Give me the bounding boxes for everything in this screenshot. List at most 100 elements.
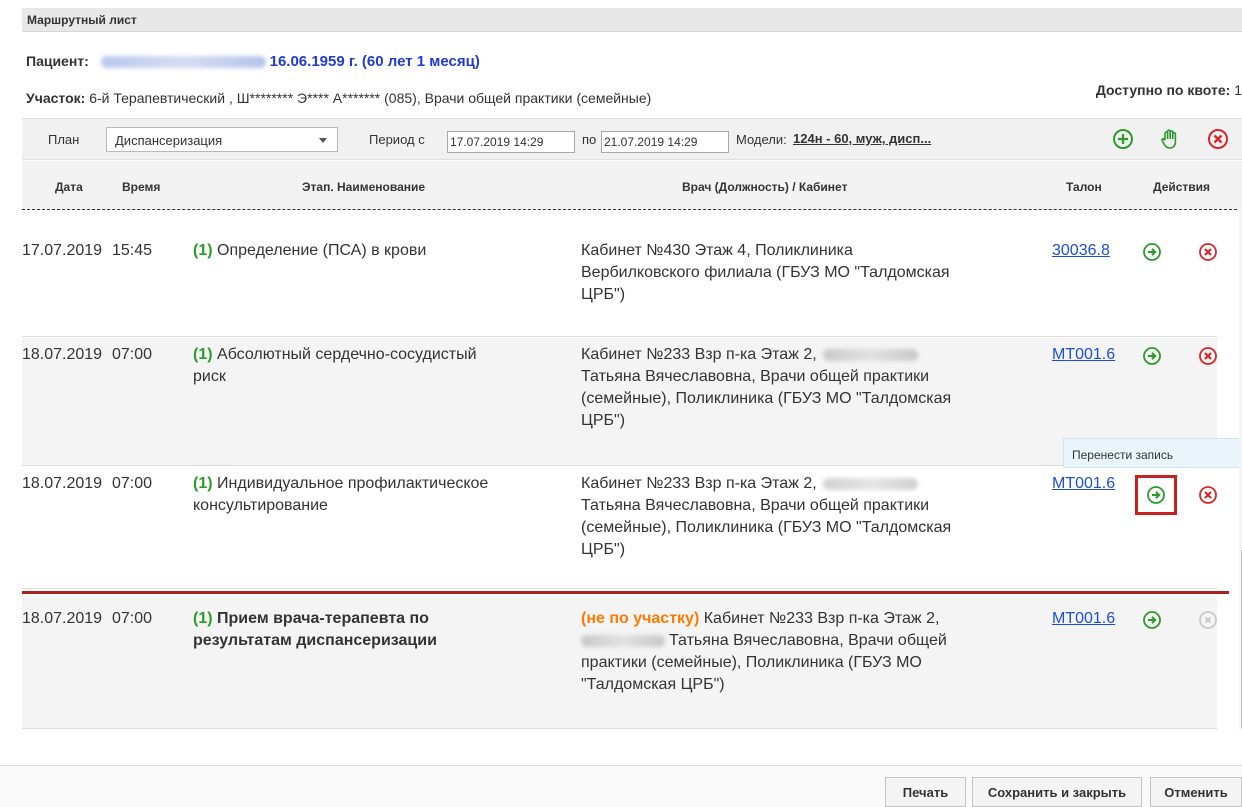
table-row[interactable]: 17.07.2019 15:45 (1) Определение (ПСА) в… <box>22 234 1217 337</box>
row-time: 15:45 <box>112 242 153 259</box>
print-button[interactable]: Печать <box>885 777 966 807</box>
talon-link[interactable]: МТ001.6 <box>1052 344 1115 366</box>
not-in-district-badge: (не по участку) <box>581 610 700 627</box>
date-from-input[interactable]: 17.07.2019 14:29 <box>447 131 575 153</box>
column-time[interactable]: Время <box>122 180 160 194</box>
date-to-input[interactable]: 21.07.2019 14:29 <box>601 131 729 153</box>
x-circle-icon[interactable] <box>1198 485 1218 505</box>
doctor-name-redacted <box>822 348 918 361</box>
cancel-button[interactable]: Отменить <box>1150 777 1242 807</box>
plan-toolbar: План Диспансеризация Период с 17.07.2019… <box>22 118 1242 160</box>
row-date: 18.07.2019 <box>22 475 103 492</box>
save-close-button[interactable]: Сохранить и закрыть <box>972 777 1142 807</box>
row-doctor: Кабинет №233 Взр п-ка Этаж 2, Татьяна Вя… <box>581 344 1041 432</box>
plan-label: План <box>48 132 80 147</box>
highlight-frame <box>1135 475 1177 515</box>
doctor-line: (семейные), Поликлиника (ГБУЗ МО "Талдом… <box>581 519 952 536</box>
arrow-right-circle-icon[interactable] <box>1142 242 1162 262</box>
patient-info: Пациент: 16.06.1959 г. (60 лет 1 месяц) <box>26 53 480 70</box>
row-date: 17.07.2019 <box>22 242 103 259</box>
uchastok-info: Участок: 6-й Терапевтический , Ш********… <box>26 90 651 106</box>
patient-name-redacted <box>100 56 266 69</box>
highlight-divider <box>22 591 1229 594</box>
arrow-right-circle-icon[interactable] <box>1142 346 1162 366</box>
doctor-line: Кабинет №233 Взр п-ка Этаж 2, <box>581 475 817 492</box>
doctor-line: ЦРБ") <box>581 412 626 429</box>
models-label: Модели: <box>736 132 787 147</box>
period-label: Период с <box>369 132 425 147</box>
patient-label: Пациент: <box>26 53 89 69</box>
table-row[interactable]: 18.07.2019 07:00 (1) Абсолютный сердечно… <box>22 338 1217 466</box>
column-talon[interactable]: Талон <box>1066 180 1102 194</box>
row-stage-name: (1) Абсолютный сердечно-сосудистый риск <box>193 344 563 388</box>
routing-sheet-window: Маршрутный лист Пациент: 16.06.1959 г. (… <box>22 8 1242 807</box>
models-link[interactable]: 124н - 60, муж, дисп... <box>793 131 931 146</box>
column-doctor[interactable]: Врач (Должность) / Кабинет <box>682 180 847 194</box>
hand-icon[interactable] <box>1158 127 1182 151</box>
talon-link[interactable]: МТ001.6 <box>1052 473 1115 495</box>
stage-name-line: Индивидуальное профилактическое <box>217 475 489 492</box>
row-date: 18.07.2019 <box>22 346 103 363</box>
row-stage-name: (1) Индивидуальное профилактическое конс… <box>193 473 573 517</box>
doctor-line: Татьяна Вячеславовна, Врачи общей <box>669 632 947 649</box>
stage-number: (1) <box>193 475 213 492</box>
tooltip-text: Перенести запись <box>1072 448 1174 462</box>
doctor-line: Татьяна Вячеславовна, Врачи общей практи… <box>581 368 930 385</box>
doctor-line: Кабинет №233 Взр п-ка Этаж 2, <box>581 346 817 363</box>
stage-name-line: Прием врача-терапевта по <box>217 610 429 627</box>
stage-number: (1) <box>193 610 213 627</box>
grid-header: Дата Время Этап. Наименование Врач (Долж… <box>22 161 1242 210</box>
chevron-down-icon <box>319 138 327 143</box>
column-stage[interactable]: Этап. Наименование <box>302 180 425 194</box>
column-date[interactable]: Дата <box>55 180 83 194</box>
doctor-line: ЦРБ") <box>581 541 626 558</box>
doctor-line: (семейные), Поликлиника (ГБУЗ МО "Талдом… <box>581 390 952 407</box>
plan-select-value: Диспансеризация <box>115 133 223 148</box>
doctor-line: практики (семейные), Поликлиника (ГБУЗ М… <box>581 654 922 671</box>
row-doctor: (не по участку) Кабинет №233 Взр п-ка Эт… <box>581 608 1041 696</box>
uchastok-value: 6-й Терапевтический , Ш******** Э**** А*… <box>89 90 652 106</box>
stage-name-line: Определение (ПСА) в крови <box>217 242 427 259</box>
row-stage-name: (1) Прием врача-терапевта по результатам… <box>193 608 573 652</box>
stage-name-line: Абсолютный сердечно-сосудистый <box>217 346 477 363</box>
to-label: по <box>582 132 597 147</box>
tooltip-move-record: Перенести запись <box>1063 438 1242 468</box>
stage-number: (1) <box>193 242 213 259</box>
doctor-line: Татьяна Вячеславовна, Врачи общей практи… <box>581 497 930 514</box>
talon-link[interactable]: МТ001.6 <box>1052 608 1115 630</box>
doctor-line: Кабинет №430 Этаж 4, Поликлиника <box>581 242 853 259</box>
x-circle-icon[interactable] <box>1206 127 1230 151</box>
arrow-right-circle-icon[interactable] <box>1142 610 1162 630</box>
quota-value: 1 <box>1234 82 1242 98</box>
plan-select[interactable]: Диспансеризация <box>106 127 338 152</box>
row-time: 07:00 <box>112 475 153 492</box>
row-doctor: Кабинет №233 Взр п-ка Этаж 2, Татьяна Вя… <box>581 473 1041 561</box>
doctor-line: Кабинет №233 Взр п-ка Этаж 2, <box>703 610 940 627</box>
dialog-footer: Печать Сохранить и закрыть Отменить <box>0 765 1242 807</box>
table-row[interactable]: 18.07.2019 07:00 (1) Прием врача-терапев… <box>22 596 1217 729</box>
table-row[interactable]: 18.07.2019 07:00 (1) Индивидуальное проф… <box>22 467 1217 589</box>
doctor-line: ЦРБ") <box>581 286 626 303</box>
window-titlebar: Маршрутный лист <box>22 8 1242 32</box>
stage-name-line: консультирование <box>193 497 328 514</box>
doctor-line: Вербилковского филиала (ГБУЗ МО "Талдомс… <box>581 264 950 281</box>
stage-name-line: риск <box>193 368 226 385</box>
row-date: 18.07.2019 <box>22 610 103 627</box>
stage-number: (1) <box>193 346 213 363</box>
quota-label: Доступно по квоте: <box>1095 82 1231 98</box>
x-circle-icon[interactable] <box>1198 242 1218 262</box>
quota-info: Доступно по квоте: 1 <box>1096 82 1242 98</box>
uchastok-label: Участок: <box>26 90 86 106</box>
x-circle-icon-disabled <box>1199 611 1217 629</box>
talon-link[interactable]: 30036.8 <box>1052 240 1110 262</box>
doctor-name-redacted <box>581 634 665 647</box>
x-circle-icon[interactable] <box>1198 346 1218 366</box>
row-time: 07:00 <box>112 346 153 363</box>
window-title: Маршрутный лист <box>27 13 137 27</box>
patient-dob: 16.06.1959 г. (60 лет 1 месяц) <box>269 53 480 70</box>
plus-circle-icon[interactable] <box>1111 127 1135 151</box>
stage-name-line: результатам диспансеризации <box>193 632 437 649</box>
row-stage-name: (1) Определение (ПСА) в крови <box>193 240 563 262</box>
doctor-name-redacted <box>822 477 918 490</box>
column-actions[interactable]: Действия <box>1153 180 1210 194</box>
